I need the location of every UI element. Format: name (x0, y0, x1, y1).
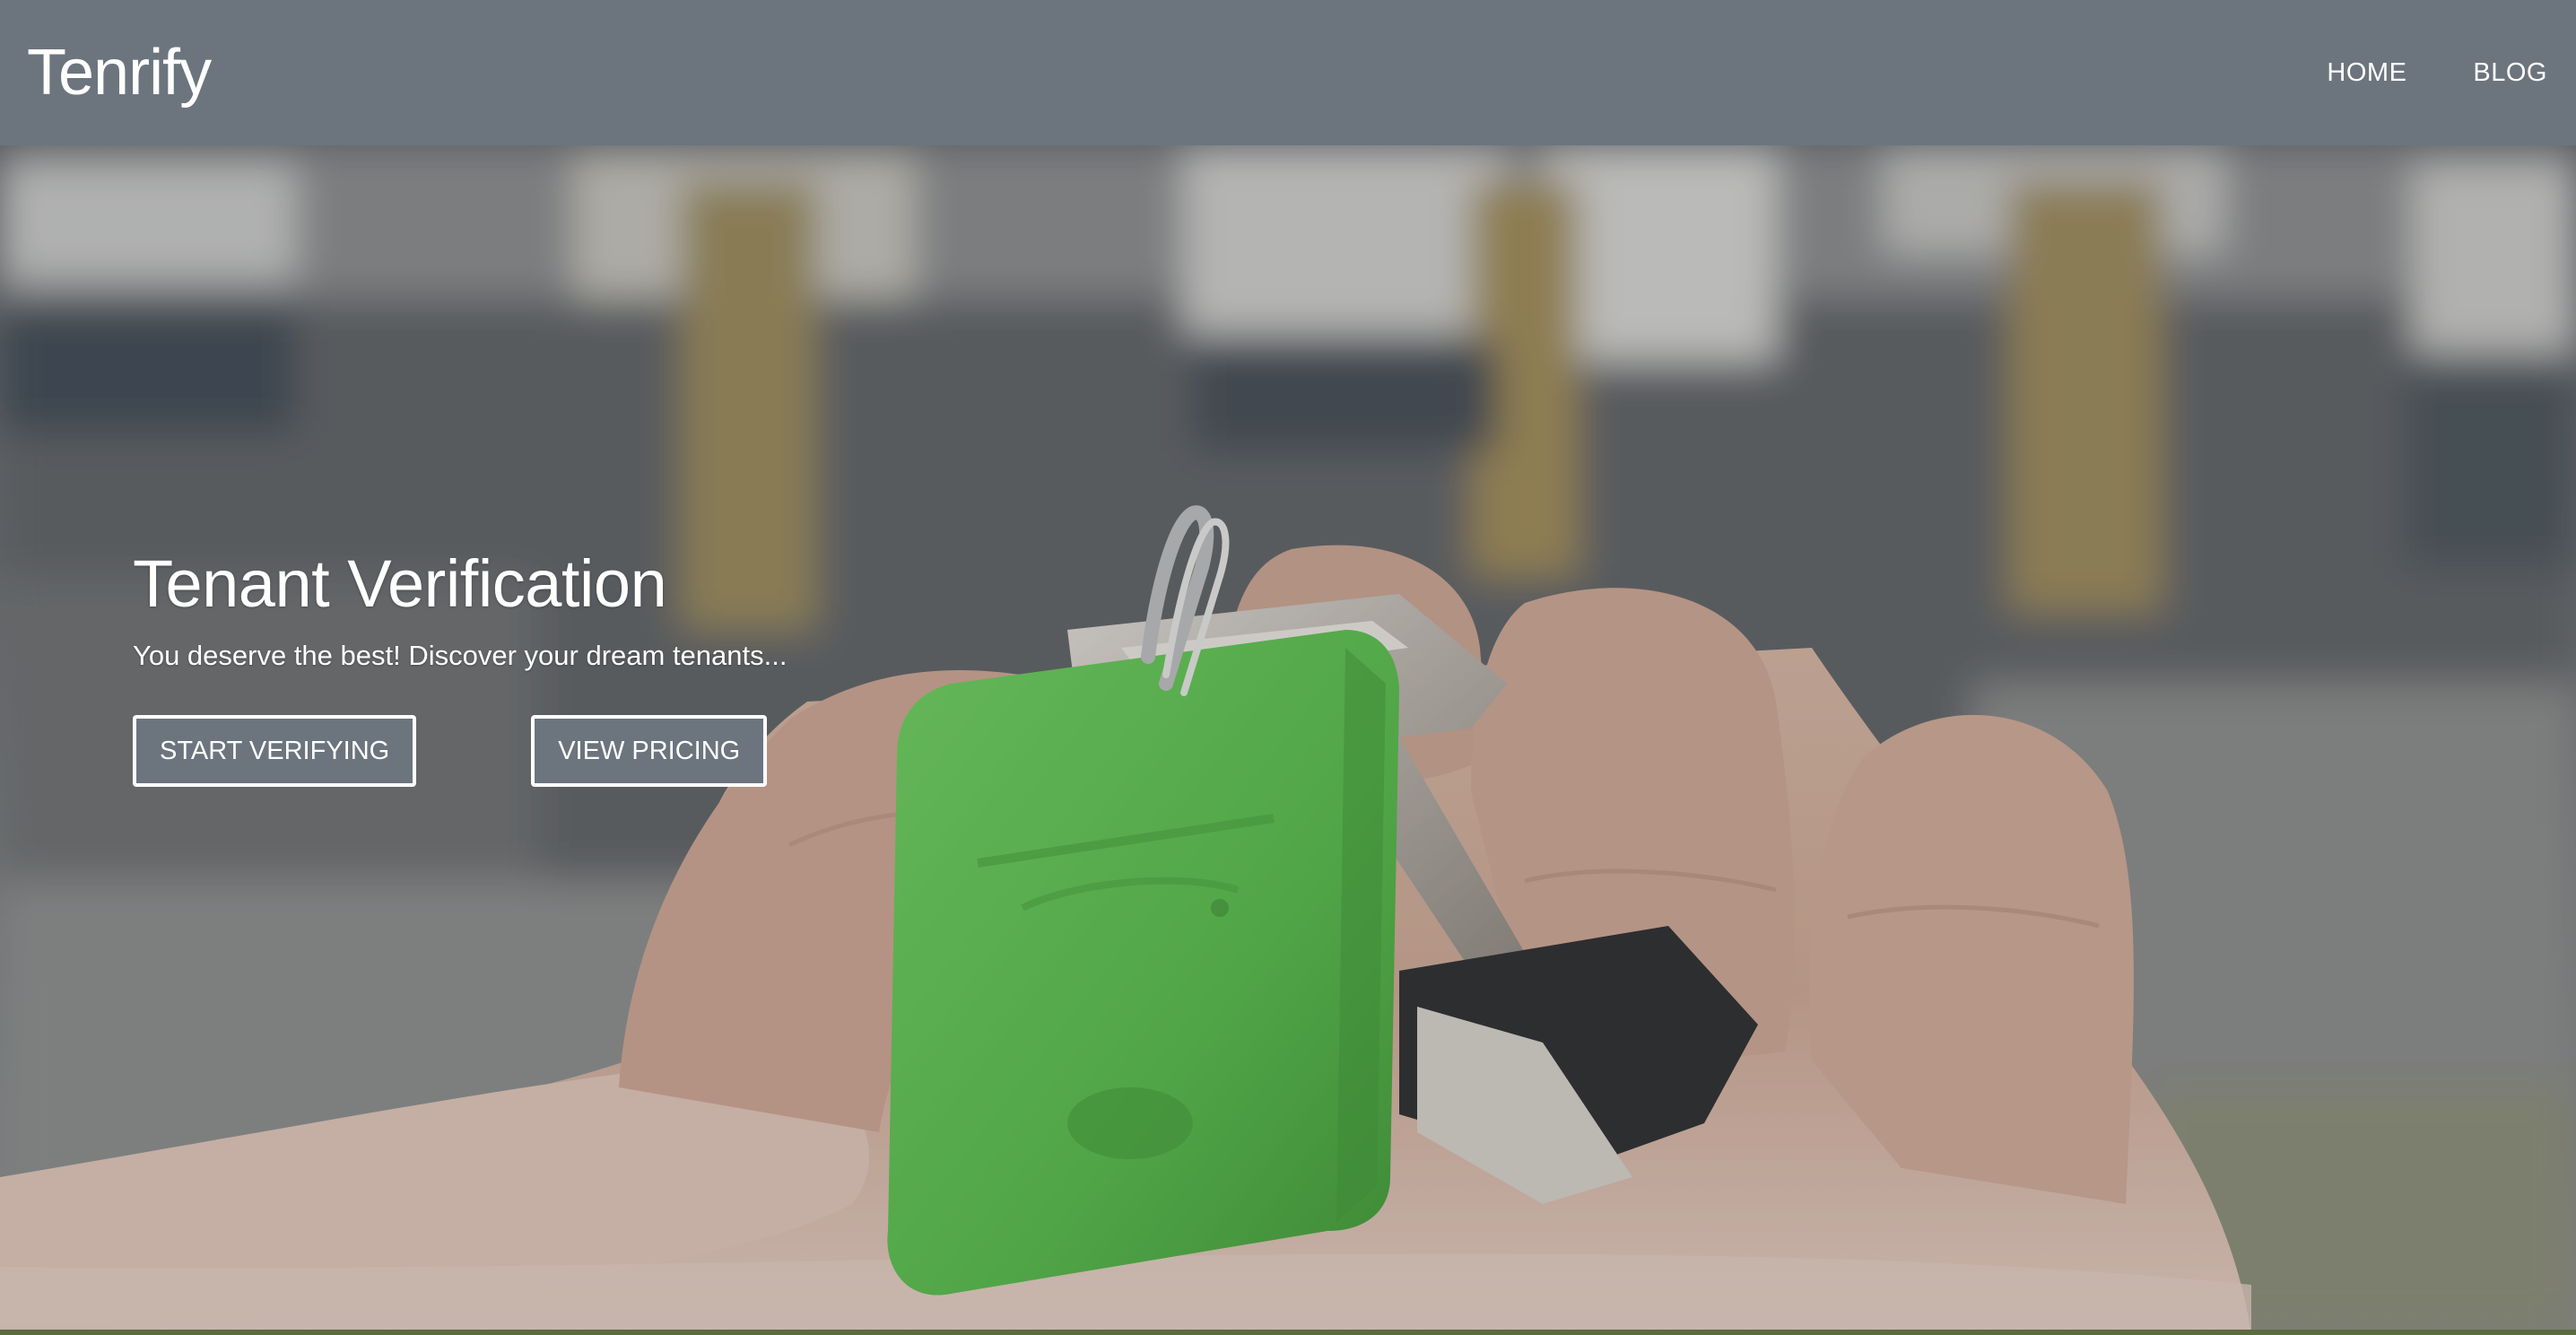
nav-link-home[interactable]: HOME (2327, 58, 2406, 88)
bottom-edge-strip (0, 1330, 2576, 1335)
view-pricing-button[interactable]: VIEW PRICING (531, 715, 768, 787)
hero-content: Tenant Verification You deserve the best… (133, 545, 787, 787)
hero-button-row: START VERIFYING VIEW PRICING (133, 715, 787, 787)
nav-link-blog[interactable]: BLOG (2473, 58, 2547, 88)
hero-subtitle: You deserve the best! Discover your drea… (133, 640, 788, 671)
hero-title: Tenant Verification (133, 546, 667, 621)
start-verifying-button[interactable]: START VERIFYING (133, 715, 417, 787)
navbar: Tenrify HOME BLOG (0, 0, 2576, 145)
main-nav: HOME BLOG (2260, 58, 2547, 88)
brand-logo[interactable]: Tenrify (27, 40, 212, 105)
hero-section: Tenant Verification You deserve the best… (0, 145, 2576, 1335)
